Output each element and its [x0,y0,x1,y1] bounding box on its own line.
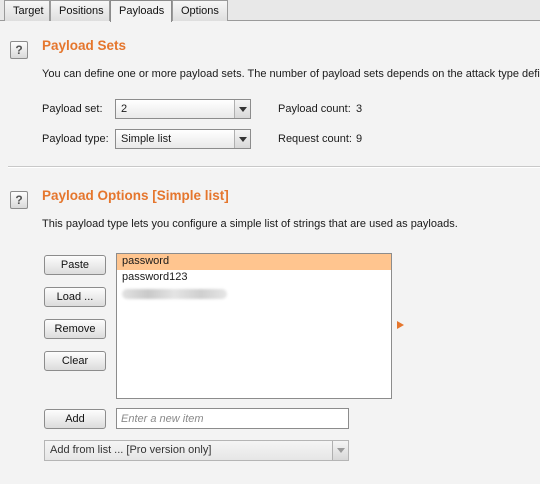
tab-positions[interactable]: Positions [50,0,110,21]
help-icon[interactable]: ? [10,191,28,209]
remove-button[interactable]: Remove [44,319,106,339]
chevron-down-icon [332,441,348,460]
payload-type-select[interactable]: Simple list [115,129,251,149]
chevron-down-icon [234,100,250,118]
payload-options-title: Payload Options [Simple list] [42,188,229,203]
load-button[interactable]: Load ... [44,287,106,307]
splitter-arrow-icon[interactable] [397,321,404,329]
add-from-list-select[interactable]: Add from list ... [Pro version only] [44,440,349,461]
request-count-value: 9 [356,133,363,145]
add-from-list-value: Add from list ... [Pro version only] [50,444,212,456]
tab-bar: Target Positions Payloads Options [0,0,540,22]
payload-count-label: Payload count: [278,103,351,115]
payload-sets-description: You can define one or more payload sets.… [42,68,540,80]
paste-button[interactable]: Paste [44,255,106,275]
add-button[interactable]: Add [44,409,106,429]
request-count-label: Request count: [278,133,352,145]
list-item[interactable]: password [117,254,391,270]
chevron-down-icon [234,130,250,148]
list-item-redacted[interactable] [117,286,391,302]
payload-set-label: Payload set: [42,103,103,115]
new-item-input[interactable] [116,408,349,429]
payload-set-value: 2 [121,103,128,115]
tab-target[interactable]: Target [4,0,50,21]
clear-button[interactable]: Clear [44,351,106,371]
list-item[interactable]: password123 [117,270,391,286]
payload-count-value: 3 [356,103,363,115]
section-divider [8,166,540,168]
payload-set-select[interactable]: 2 [115,99,251,119]
help-icon[interactable]: ? [10,41,28,59]
payload-list[interactable]: password password123 [116,253,392,399]
redacted-text [122,289,227,299]
payload-type-value: Simple list [121,133,172,145]
payload-options-description: This payload type lets you configure a s… [42,218,458,230]
payload-sets-title: Payload Sets [42,38,127,53]
tab-payloads[interactable]: Payloads [110,0,172,22]
tab-options[interactable]: Options [172,0,228,21]
payload-type-label: Payload type: [42,133,109,145]
